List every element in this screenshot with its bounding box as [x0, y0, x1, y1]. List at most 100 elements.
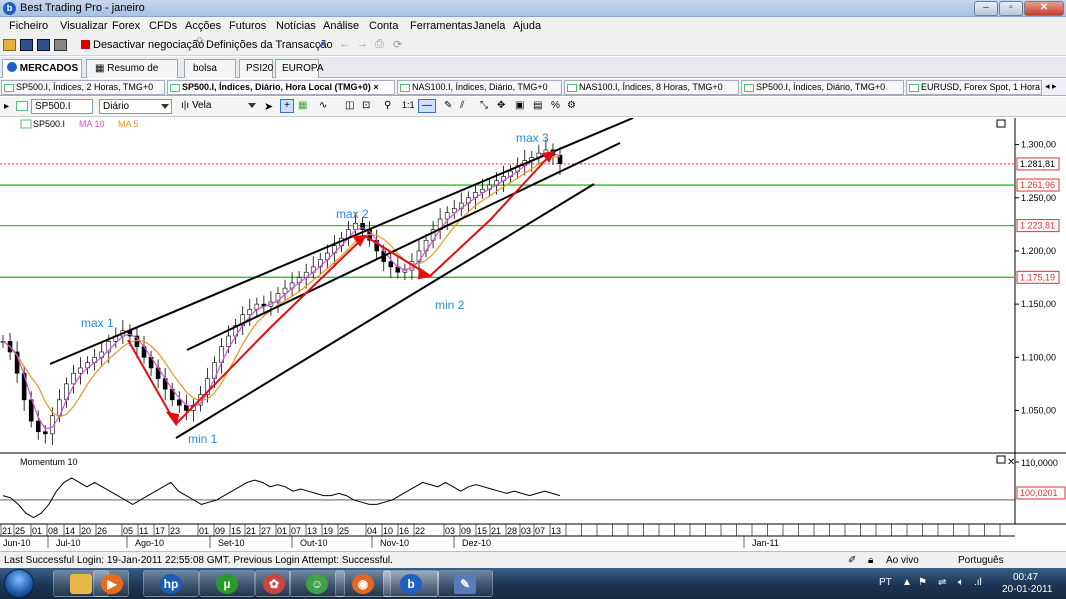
- time-day-label: 22: [415, 526, 425, 536]
- taskbar-hp[interactable]: hp: [143, 570, 199, 597]
- chart-tab-eurusd-1h[interactable]: EURUSD, Forex Spot, 1 Hora, T: [906, 80, 1042, 95]
- tab-resumo-conta[interactable]: ▦ Resumo de Conta: [86, 59, 178, 91]
- line-tool-icon[interactable]: —: [418, 99, 436, 113]
- menu-futuros[interactable]: Futuros: [229, 20, 266, 32]
- open-folder-icon[interactable]: [3, 39, 16, 51]
- menu-ficheiro[interactable]: Ficheiro: [9, 20, 48, 32]
- time-day-label: 03: [445, 526, 455, 536]
- tab-europa[interactable]: EUROPA: [275, 59, 324, 78]
- menu-accoes[interactable]: Acções: [185, 20, 221, 32]
- link-icon[interactable]: %: [551, 100, 560, 111]
- start-button[interactable]: [4, 569, 34, 598]
- maximize-momentum-icon[interactable]: [996, 455, 1006, 464]
- taskbar-media[interactable]: ▶: [93, 570, 129, 597]
- period-select[interactable]: Diário: [99, 99, 172, 114]
- indicator-icon[interactable]: ∿: [319, 100, 327, 111]
- maximize-button[interactable]: ▫: [999, 1, 1023, 16]
- candle-body: [353, 222, 358, 230]
- chart-tab-close-icon[interactable]: ×: [373, 82, 378, 92]
- objects-icon[interactable]: ▣: [515, 100, 524, 111]
- menu-cfds[interactable]: CFDs: [149, 20, 177, 32]
- fibonacci-icon[interactable]: ⤡: [480, 100, 488, 111]
- taskbar-best-trading[interactable]: b: [383, 570, 439, 597]
- clock-date[interactable]: 20-01-2011: [1002, 584, 1052, 595]
- chart-tab-sp500-daily-local[interactable]: SP500.I, Índices, Diário, Hora Local (TM…: [167, 80, 395, 95]
- tray-network-icon[interactable]: ⇌: [938, 577, 946, 588]
- chart-tab-nas100-daily[interactable]: NAS100.I, Índices, Diário, TMG+0: [397, 80, 562, 95]
- menu-ferramentas[interactable]: Ferramentas: [410, 20, 472, 32]
- chart-icon: [4, 84, 14, 92]
- chart-tab-sp500-2h[interactable]: SP500.I, Índices, 2 Horas, TMG+0: [1, 80, 165, 95]
- menu-conta[interactable]: Conta: [369, 20, 398, 32]
- menu-noticias[interactable]: Notícias: [276, 20, 316, 32]
- time-month-label: Jan-11: [752, 538, 779, 548]
- zoom-icon[interactable]: ⚲: [384, 100, 391, 111]
- menu-visualizar[interactable]: Visualizar: [60, 20, 108, 32]
- properties-icon[interactable]: ▤: [533, 100, 542, 111]
- legend-ma5[interactable]: MA 5: [118, 119, 139, 129]
- input-language[interactable]: PT: [879, 577, 892, 588]
- chart-mode-icon[interactable]: ✐: [848, 555, 856, 566]
- menu-forex[interactable]: Forex: [112, 20, 140, 32]
- print-preview-icon[interactable]: ⎙: [375, 38, 384, 51]
- time-day-label: 21: [246, 526, 256, 536]
- refresh-icon[interactable]: ⟳: [393, 38, 402, 51]
- expand-arrow-icon[interactable]: ▸: [4, 101, 9, 112]
- grid-icon[interactable]: ▦: [298, 100, 307, 111]
- minimize-button[interactable]: –: [974, 1, 998, 16]
- deactivate-trading-button[interactable]: Desactivar negociação: [93, 39, 204, 51]
- taskbar-paint[interactable]: ✎: [437, 570, 493, 597]
- tray-flag-icon[interactable]: ⚑: [918, 577, 927, 588]
- save-icon[interactable]: [20, 39, 33, 51]
- price-tick-label: 1.300,00: [1021, 140, 1056, 150]
- chart-panel[interactable]: max 1 min 1 max 2 min 2 max 3 SP500.I MA…: [0, 117, 1066, 548]
- menu-janela[interactable]: Janela: [473, 20, 505, 32]
- menu-analise[interactable]: Análise: [323, 20, 359, 32]
- main-tab-strip: MERCADOS × ▦ Resumo de Conta bolsa usa P…: [0, 57, 1066, 91]
- language-status[interactable]: Português: [958, 555, 1004, 566]
- price-chart[interactable]: max 1 min 1 max 2 min 2 max 3 SP500.I MA…: [0, 117, 1066, 548]
- template-icon[interactable]: ⊡: [362, 100, 370, 111]
- time-day-label: 04: [367, 526, 377, 536]
- close-momentum-icon[interactable]: ✕: [1007, 457, 1015, 468]
- live-status: Ao vivo: [886, 555, 919, 566]
- chart-tab-nas100-8h[interactable]: NAS100.I, Índices, 8 Horas, TMG+0: [564, 80, 739, 95]
- pencil-icon[interactable]: ✎: [444, 100, 452, 111]
- tray-volume-icon[interactable]: 🔈︎: [958, 577, 964, 588]
- symbol-input[interactable]: SP500.I: [31, 99, 93, 114]
- tray-signal-icon[interactable]: .ıl: [974, 577, 982, 588]
- tab-bolsa-usa[interactable]: bolsa usa: [184, 59, 236, 91]
- tab-mercados[interactable]: MERCADOS ×: [2, 59, 82, 91]
- check-icon[interactable]: ✔: [318, 38, 327, 51]
- app-icon: ✿: [263, 574, 285, 594]
- save-all-icon[interactable]: [37, 39, 50, 51]
- taskbar-app[interactable]: ✿: [255, 570, 291, 597]
- maximize-pane-icon[interactable]: [996, 119, 1006, 128]
- momentum-label[interactable]: Momentum 10: [20, 457, 78, 467]
- window-icon[interactable]: ◫: [345, 100, 354, 111]
- tray-show-hidden-icon[interactable]: ▲: [902, 577, 912, 588]
- candle-body: [71, 372, 76, 385]
- transaction-settings-button[interactable]: Definições da Transacção: [206, 39, 333, 51]
- print-icon[interactable]: [54, 39, 67, 51]
- crosshair-icon[interactable]: +: [280, 99, 294, 113]
- tab-psi20[interactable]: PSI20: [239, 59, 273, 78]
- move-icon[interactable]: ✥: [497, 100, 505, 111]
- taskbar-utorrent[interactable]: µ: [199, 570, 255, 597]
- cursor-icon[interactable]: ➤: [264, 100, 273, 113]
- tab-scroll-arrows-icon[interactable]: ◂ ▸: [1045, 81, 1057, 92]
- settings-icon[interactable]: ⚙: [567, 100, 576, 111]
- chart-type-select[interactable]: ı|ı Vela: [178, 99, 258, 114]
- chart-tab-sp500-daily[interactable]: SP500.I, Índices, Diário, TMG+0: [741, 80, 904, 95]
- clock-time[interactable]: 00:47: [1013, 572, 1038, 583]
- close-button[interactable]: ✕: [1024, 1, 1064, 16]
- back-icon[interactable]: ←: [339, 38, 350, 50]
- menu-ajuda[interactable]: Ajuda: [513, 20, 541, 32]
- candle-body: [35, 420, 41, 433]
- zoom-reset-icon[interactable]: 1:1: [402, 100, 415, 110]
- channel-icon[interactable]: ⫽: [460, 100, 464, 111]
- forward-icon[interactable]: →: [357, 38, 368, 50]
- price-tick-label: 1.250,00: [1021, 193, 1056, 203]
- legend-symbol[interactable]: SP500.I: [33, 119, 65, 129]
- legend-ma10[interactable]: MA 10: [79, 119, 105, 129]
